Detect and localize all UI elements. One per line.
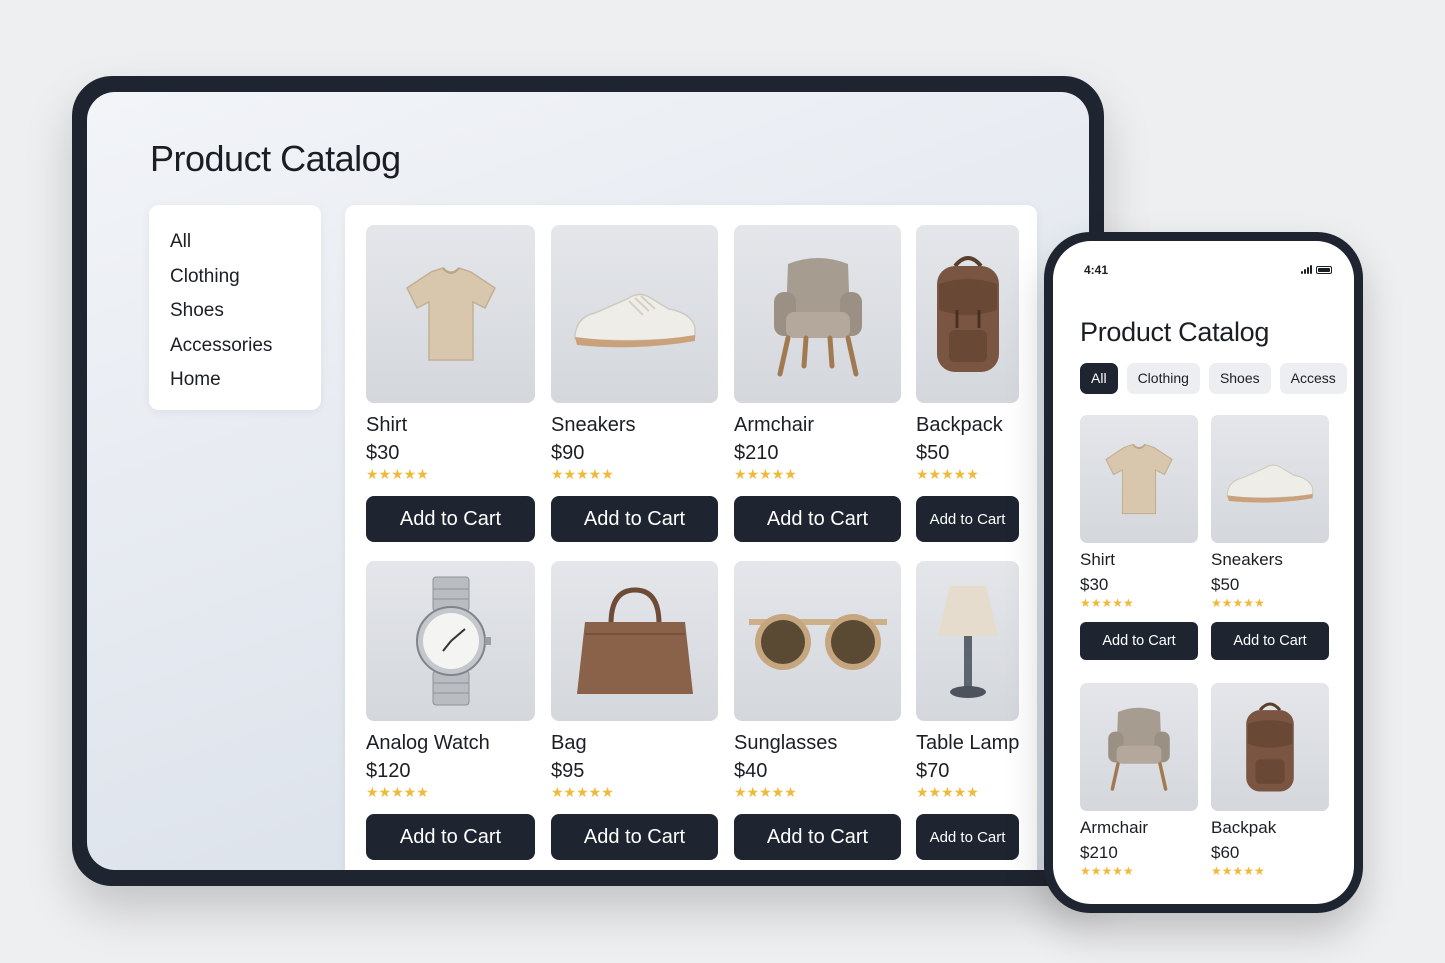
page-title: Product Catalog [1080, 317, 1270, 347]
armchair-icon [1080, 683, 1198, 811]
product-name: Armchair [1080, 818, 1149, 837]
product-price: $90 [551, 442, 585, 464]
product-card-shirt[interactable]: Shirt $30 ★★★★★ Add to Cart [1080, 415, 1198, 660]
product-card-armchair[interactable]: Armchair $210 ★★★★★ [1080, 683, 1198, 878]
sidebar-item-home[interactable]: Home [170, 367, 321, 402]
tablet-screen: Product Catalog All Clothing Shoes Acces… [87, 92, 1089, 870]
product-price: $30 [366, 442, 400, 464]
product-card-backpack[interactable]: Backpak $60 ★★★★★ [1211, 683, 1329, 878]
product-card-sunglasses[interactable]: Sunglasses $40 ★★★★★ Add to Cart [734, 561, 901, 860]
product-price: $50 [916, 442, 950, 464]
add-to-cart-button[interactable]: Add to Cart [551, 496, 718, 542]
product-price: $120 [366, 760, 411, 782]
product-card-table-lamp[interactable]: Table Lamp $70 ★★★★★ Add to Cart [916, 561, 1019, 860]
product-name: Backpak [1211, 818, 1277, 837]
product-name: Table Lamp [916, 732, 1020, 754]
add-to-cart-button[interactable]: Add to Cart [916, 496, 1019, 542]
signal-icon [1301, 265, 1312, 274]
add-to-cart-button[interactable]: Add to Cart [734, 814, 901, 860]
product-grid: Shirt $30 ★★★★★ Add to Cart Sneakers $90… [345, 205, 1037, 870]
tablet-device: Product Catalog All Clothing Shoes Acces… [72, 76, 1104, 886]
chip-all[interactable]: All [1080, 363, 1118, 394]
status-icons [1301, 265, 1332, 274]
sidebar-item-clothing[interactable]: Clothing [170, 264, 321, 299]
tshirt-icon [366, 225, 535, 403]
product-name: Sneakers [551, 414, 636, 436]
product-name: Bag [551, 732, 587, 754]
rating-stars: ★★★★★ [916, 784, 979, 800]
rating-stars: ★★★★★ [1080, 864, 1134, 878]
product-name: Shirt [1080, 550, 1115, 569]
rating-stars: ★★★★★ [916, 466, 979, 482]
watch-icon [366, 561, 535, 721]
product-price: $210 [734, 442, 779, 464]
handbag-icon [551, 561, 718, 721]
product-name: Sunglasses [734, 732, 838, 754]
armchair-icon [734, 225, 901, 403]
rating-stars: ★★★★★ [734, 466, 797, 482]
chip-clothing[interactable]: Clothing [1126, 363, 1200, 394]
sidebar-item-all[interactable]: All [170, 229, 321, 264]
add-to-cart-button[interactable]: Add to Cart [551, 814, 718, 860]
lamp-icon [916, 561, 1019, 721]
product-card-shirt[interactable]: Shirt $30 ★★★★★ Add to Cart [366, 225, 535, 542]
product-price: $30 [1080, 575, 1109, 594]
status-time: 4:41 [1084, 263, 1109, 277]
rating-stars: ★★★★★ [1211, 864, 1265, 878]
phone-screen: 4:41 Product Catalog All Clothing Shoes … [1053, 241, 1354, 904]
rating-stars: ★★★★★ [366, 784, 429, 800]
chip-accessories[interactable]: Access [1279, 363, 1347, 394]
product-card-analog-watch[interactable]: Analog Watch $120 ★★★★★ Add to Cart [366, 561, 535, 860]
tshirt-icon [1080, 415, 1198, 543]
rating-stars: ★★★★★ [366, 466, 429, 482]
product-price: $95 [551, 760, 585, 782]
product-name: Armchair [734, 414, 815, 436]
product-name: Backpack [916, 414, 1003, 436]
chip-shoes[interactable]: Shoes [1208, 363, 1271, 394]
product-card-sneakers[interactable]: Sneakers $90 ★★★★★ Add to Cart [551, 225, 718, 542]
phone-device: 4:41 Product Catalog All Clothing Shoes … [1044, 232, 1363, 913]
sidebar-item-shoes[interactable]: Shoes [170, 298, 321, 333]
rating-stars: ★★★★★ [551, 784, 614, 800]
category-chips: All Clothing Shoes Access [1080, 363, 1347, 394]
product-name: Sneakers [1211, 550, 1283, 569]
product-name: Shirt [366, 414, 408, 436]
rating-stars: ★★★★★ [1080, 596, 1134, 610]
battery-icon [1316, 266, 1332, 274]
product-price: $40 [734, 760, 768, 782]
rating-stars: ★★★★★ [1211, 596, 1265, 610]
product-card-bag[interactable]: Bag $95 ★★★★★ Add to Cart [551, 561, 718, 860]
product-card-armchair[interactable]: Armchair $210 ★★★★★ Add to Cart [734, 225, 901, 542]
category-sidebar: All Clothing Shoes Accessories Home [149, 205, 321, 410]
rating-stars: ★★★★★ [734, 784, 797, 800]
page-title: Product Catalog [150, 138, 401, 179]
sidebar-item-accessories[interactable]: Accessories [170, 333, 321, 368]
add-to-cart-button[interactable]: Add to Cart [366, 496, 535, 542]
product-price: $60 [1211, 843, 1240, 862]
backpack-icon [1211, 683, 1329, 811]
product-price: $70 [916, 760, 950, 782]
add-to-cart-button[interactable]: Add to Cart [1080, 622, 1198, 660]
add-to-cart-button[interactable]: Add to Cart [916, 814, 1019, 860]
product-card-backpack[interactable]: Backpack $50 ★★★★★ Add to Cart [916, 225, 1019, 542]
rating-stars: ★★★★★ [551, 466, 614, 482]
add-to-cart-button[interactable]: Add to Cart [1211, 622, 1329, 660]
backpack-icon [916, 225, 1019, 403]
add-to-cart-button[interactable]: Add to Cart [366, 814, 535, 860]
product-name: Analog Watch [366, 732, 490, 754]
add-to-cart-button[interactable]: Add to Cart [734, 496, 901, 542]
product-price: $50 [1211, 575, 1240, 594]
sunglasses-icon [734, 561, 901, 721]
product-price: $210 [1080, 843, 1118, 862]
sneaker-icon [551, 225, 718, 403]
product-card-sneakers[interactable]: Sneakers $50 ★★★★★ Add to Cart [1211, 415, 1329, 660]
sneaker-icon [1211, 415, 1329, 543]
